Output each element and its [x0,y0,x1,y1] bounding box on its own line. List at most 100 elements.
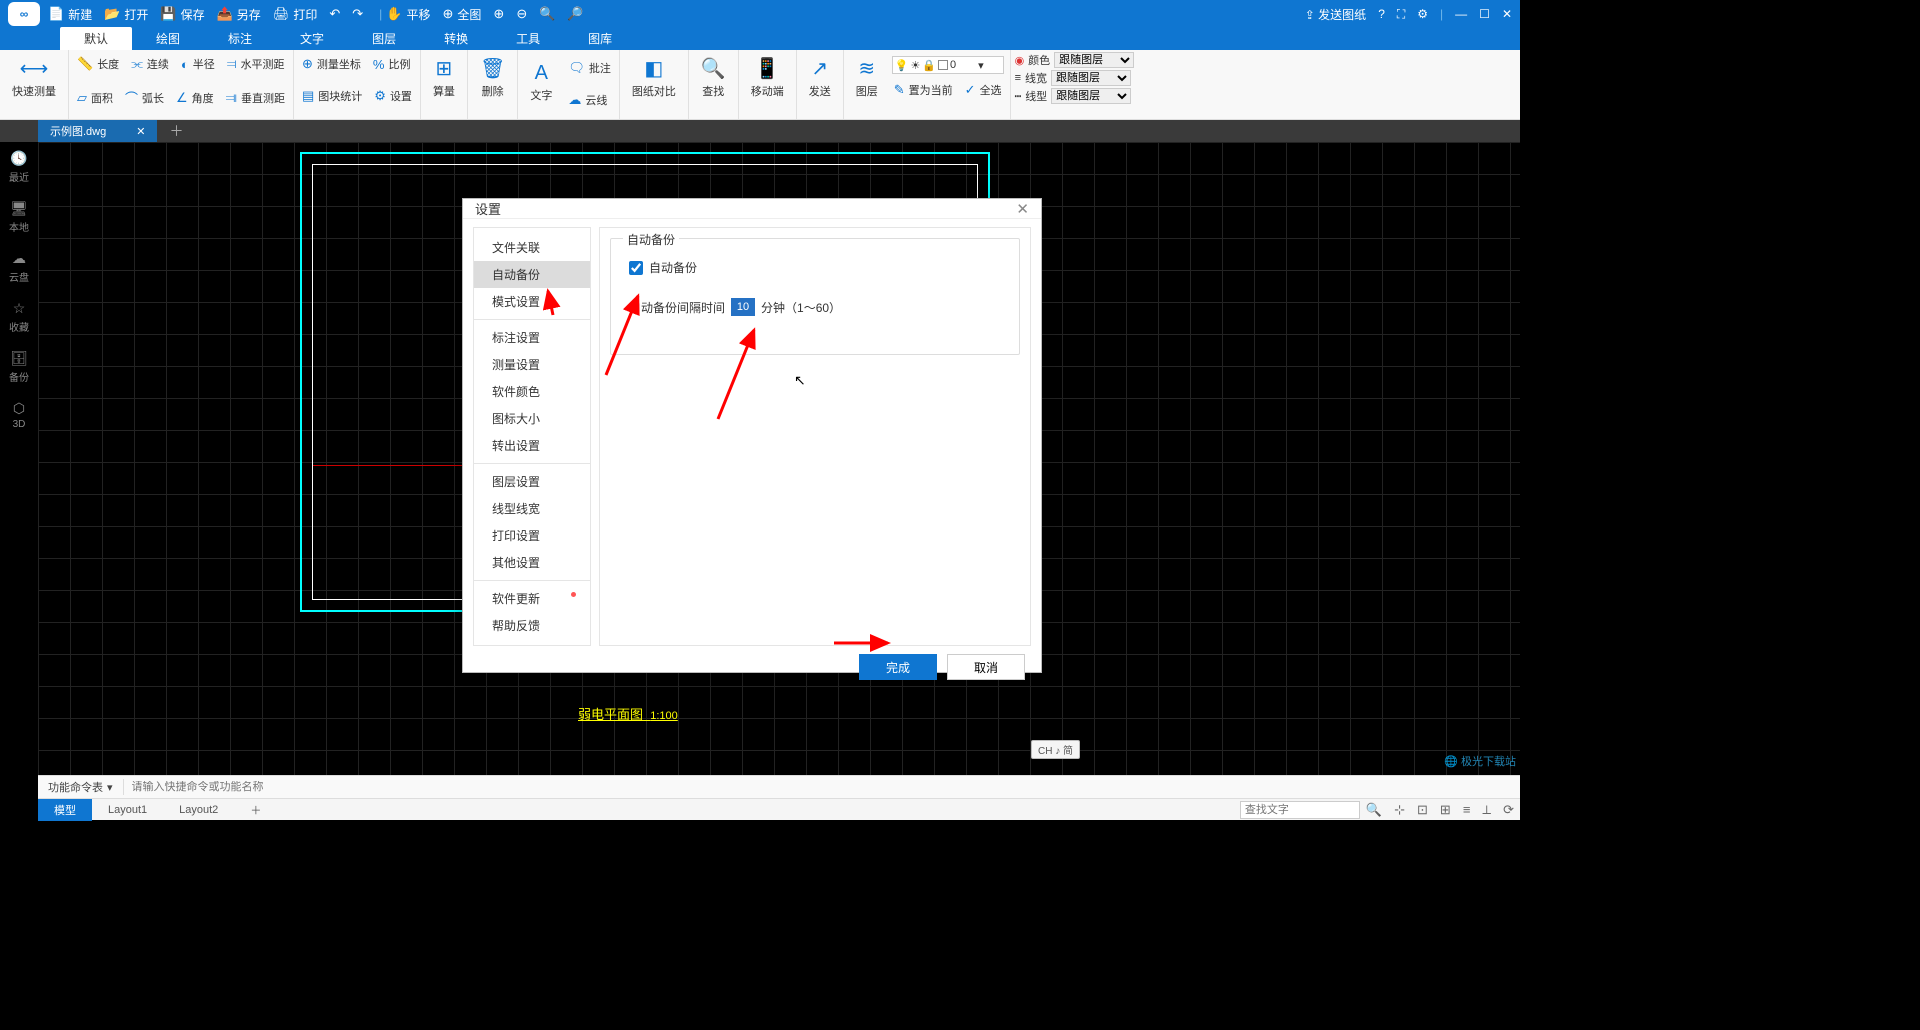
find-button[interactable]: 🔍查找 [695,54,732,101]
batch-button[interactable]: 🗨批注 [566,58,613,78]
nav-software-color[interactable]: 软件颜色 [474,378,590,405]
help-button[interactable]: ? [1378,7,1385,21]
select-all-button[interactable]: ✓全选 [963,80,1004,100]
nav-print-settings[interactable]: 打印设置 [474,522,590,549]
dialog-titlebar: 设置 ✕ [463,199,1041,219]
tab-layer[interactable]: 图层 [348,27,420,50]
arc-button[interactable]: ⌒弧长 [123,86,166,109]
quick-measure-button[interactable]: ⟷快速测量 [6,54,62,101]
nav-other-settings[interactable]: 其他设置 [474,549,590,576]
delete-button[interactable]: 🗑删除 [474,54,511,101]
compare-button[interactable]: ◧图纸对比 [626,54,682,101]
sidebar-recent[interactable]: 🕓最近 [9,150,29,184]
nav-annotation-settings[interactable]: 标注设置 [474,324,590,351]
command-label[interactable]: 功能命令表 ▾ [38,779,124,795]
close-tab-icon[interactable]: ✕ [136,125,145,138]
interval-input[interactable] [731,298,755,316]
fullscreen-button[interactable]: ⛶ [1397,7,1405,22]
nav-icon-size[interactable]: 图标大小 [474,405,590,432]
send-drawing-button[interactable]: ⇪ 发送图纸 [1305,6,1366,23]
continuous-button[interactable]: ⫘连续 [129,54,171,74]
coords-button[interactable]: ⊕测量坐标 [300,54,363,74]
ok-button[interactable]: 完成 [859,654,937,680]
color-select[interactable]: 跟随图层 [1054,52,1134,68]
dialog-close-button[interactable]: ✕ [1016,200,1029,218]
ratio-button[interactable]: %比例 [371,54,413,74]
stats-button[interactable]: ▤图块统计 [300,86,364,106]
ribbon-send-button[interactable]: ↗发送 [803,54,837,101]
fit-button[interactable]: ⊕全图 [442,6,481,23]
status-icon[interactable]: ≡ [1463,802,1471,817]
open-button[interactable]: 📂打开 [104,6,148,23]
sidebar-3d[interactable]: ⬡3D [13,400,26,430]
tab-tool[interactable]: 工具 [492,27,564,50]
ortho-icon[interactable]: ⟂ [1482,802,1491,818]
mobile-button[interactable]: 📱移动端 [745,54,790,101]
zoom-extents-button[interactable]: 🔎 [567,6,583,22]
text-button[interactable]: A文字 [524,54,558,110]
add-tab-button[interactable]: ＋ [169,121,183,141]
grid-icon[interactable]: ⊞ [1440,802,1451,818]
tab-convert[interactable]: 转换 [420,27,492,50]
nav-layer-settings[interactable]: 图层设置 [474,468,590,495]
layout1-tab[interactable]: Layout1 [92,799,163,821]
set-current-button[interactable]: ✎置为当前 [892,80,955,100]
minimize-button[interactable]: — [1455,7,1467,21]
auto-backup-checkbox[interactable] [629,261,643,275]
nav-help-feedback[interactable]: 帮助反馈 [474,612,590,639]
model-tab[interactable]: 模型 [38,799,92,821]
tab-text[interactable]: 文字 [276,27,348,50]
saveas-button[interactable]: 📤另存 [217,6,261,23]
linetype-select[interactable]: 跟随图层 [1051,88,1131,104]
tab-default[interactable]: 默认 [60,27,132,50]
layer-combo[interactable]: 💡☀🔒 0▾ [892,56,1004,74]
nav-mode-settings[interactable]: 模式设置 [474,288,590,315]
find-text-input[interactable] [1240,801,1360,819]
snap2-icon[interactable]: ⊡ [1417,802,1428,818]
zoom-in-button[interactable]: ⊕ [493,6,504,22]
tab-annotate[interactable]: 标注 [204,27,276,50]
sidebar-fav[interactable]: ☆收藏 [9,300,29,334]
sidebar-local[interactable]: 🖥本地 [9,200,29,234]
zoom-window-button[interactable]: 🔍 [539,6,555,22]
settings-gear-button[interactable]: ⚙ [1417,7,1428,21]
save-button[interactable]: 💾保存 [160,6,204,23]
tab-library[interactable]: 图库 [564,27,636,50]
radius-button[interactable]: ◐半径 [179,54,217,74]
tab-draw[interactable]: 绘图 [132,27,204,50]
nav-linetype-width[interactable]: 线型线宽 [474,495,590,522]
cancel-button[interactable]: 取消 [947,654,1025,680]
close-app-button[interactable]: ✕ [1502,7,1512,21]
snap-icon[interactable]: ⊹ [1394,802,1405,818]
nav-software-update[interactable]: 软件更新 [474,585,590,612]
redo-button[interactable]: ↷ [352,6,363,22]
pan-button[interactable]: ✋平移 [386,6,430,23]
ribbon-settings-button[interactable]: ⚙设置 [372,86,414,106]
file-tab[interactable]: 示例图.dwg✕ [38,120,157,142]
undo-button[interactable]: ↶ [329,6,340,22]
angle-button[interactable]: ∠角度 [174,86,216,109]
linewidth-select[interactable]: 跟随图层 [1051,70,1131,86]
maximize-button[interactable]: ☐ [1479,7,1490,21]
sidebar-backup[interactable]: 🗄备份 [9,350,29,384]
nav-file-association[interactable]: 文件关联 [474,234,590,261]
polar-icon[interactable]: ⟳ [1503,802,1514,818]
compute-button[interactable]: ⊞算量 [427,54,461,101]
command-input[interactable] [124,781,1520,793]
search-icon[interactable]: 🔍 [1366,802,1382,818]
new-button[interactable]: 📄新建 [48,6,92,23]
sidebar-cloud[interactable]: ☁云盘 [9,250,29,284]
nav-export-settings[interactable]: 转出设置 [474,432,590,459]
vlevel-button[interactable]: ⫥垂直测距 [224,86,287,109]
print-button[interactable]: 🖨打印 [273,6,318,23]
hlevel-button[interactable]: ⫤水平测距 [225,54,287,74]
nav-auto-backup[interactable]: 自动备份 [474,261,590,288]
layer-button[interactable]: ≋图层 [850,54,884,101]
area-button[interactable]: ▱面积 [75,86,115,109]
add-layout-button[interactable]: ＋ [234,799,277,821]
nav-measure-settings[interactable]: 测量设置 [474,351,590,378]
layout2-tab[interactable]: Layout2 [163,799,234,821]
zoom-out-button[interactable]: ⊖ [516,6,527,22]
cloud-button[interactable]: ☁云线 [566,90,613,110]
length-button[interactable]: 📏长度 [75,54,121,74]
